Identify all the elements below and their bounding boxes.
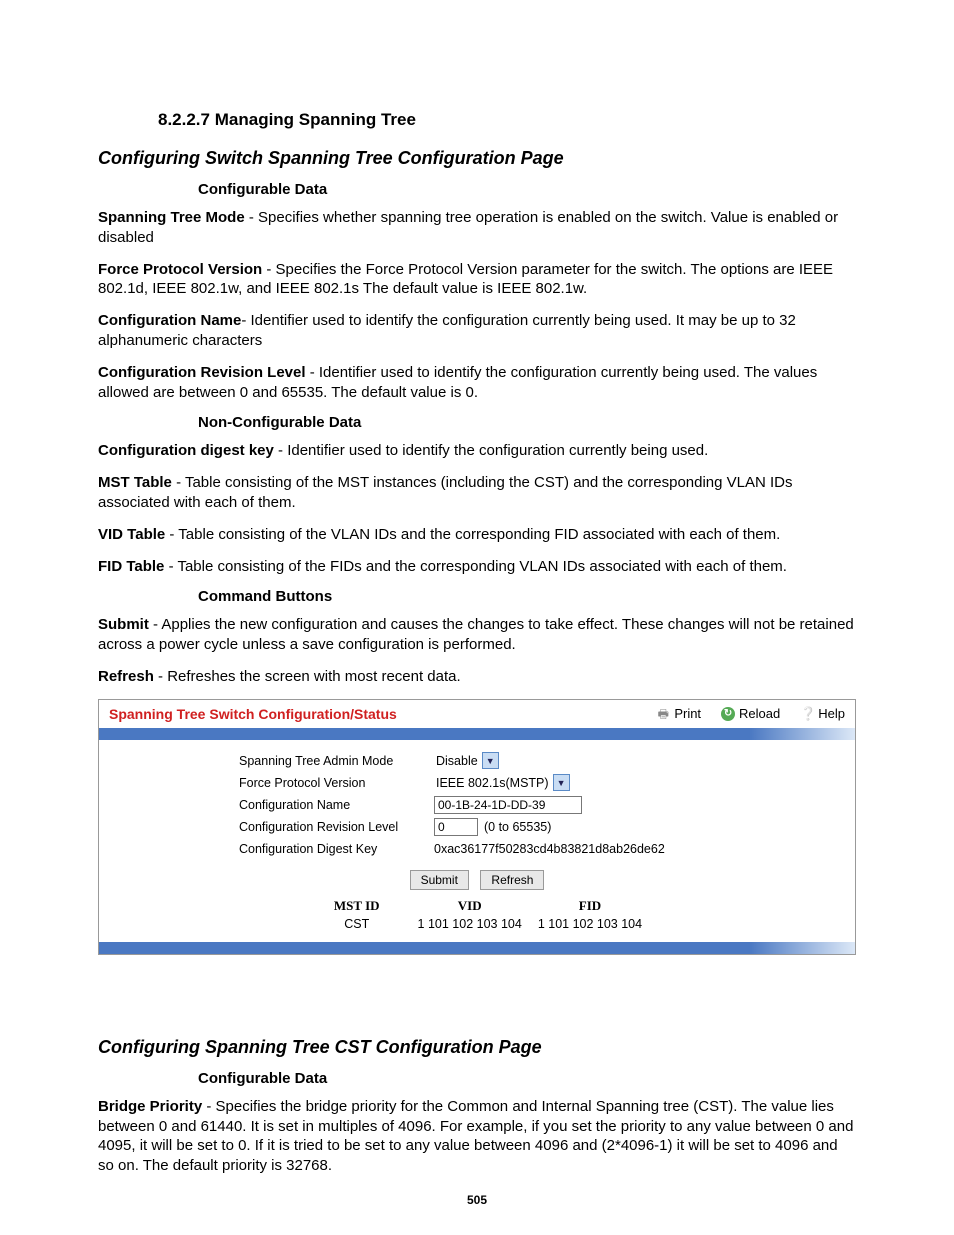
command-buttons-heading: Command Buttons: [198, 588, 856, 605]
th-fid: FID: [530, 896, 650, 916]
admin-mode-label: Spanning Tree Admin Mode: [99, 754, 434, 768]
nonconfigurable-data-heading: Non-Configurable Data: [198, 414, 856, 431]
th-mst-id: MST ID: [304, 896, 410, 916]
para-configuration-digest-key: Configuration digest key - Identifier us…: [98, 441, 856, 461]
help-icon: [800, 707, 814, 721]
help-label: Help: [818, 706, 845, 721]
digest-key-value: 0xac36177f50283cd4b83821d8ab26de62: [434, 842, 665, 856]
admin-mode-select[interactable]: Disable ▼: [434, 751, 501, 770]
config-panel: Spanning Tree Switch Configuration/Statu…: [98, 699, 856, 955]
para-mst-table: MST Table - Table consisting of the MST …: [98, 473, 856, 513]
td-mst-id: CST: [304, 916, 410, 932]
panel-title: Spanning Tree Switch Configuration/Statu…: [109, 706, 636, 722]
divider-bar: [99, 942, 855, 954]
revision-level-label: Configuration Revision Level: [99, 820, 434, 834]
help-button[interactable]: Help: [800, 706, 845, 721]
print-button[interactable]: Print: [656, 706, 701, 721]
para-spanning-tree-mode: Spanning Tree Mode - Specifies whether s…: [98, 208, 856, 248]
mst-table: MST ID VID FID CST 1 101 102 103 104 1 1…: [304, 896, 650, 932]
chevron-down-icon: ▼: [482, 752, 499, 769]
para-fid-table: FID Table - Table consisting of the FIDs…: [98, 557, 856, 577]
print-icon: [656, 707, 670, 721]
table-row: CST 1 101 102 103 104 1 101 102 103 104: [304, 916, 650, 932]
para-vid-table: VID Table - Table consisting of the VLAN…: [98, 525, 856, 545]
section-title: Managing Spanning Tree: [215, 110, 416, 129]
print-label: Print: [674, 706, 701, 721]
reload-button[interactable]: Reload: [721, 706, 780, 721]
divider-bar: [99, 728, 855, 740]
para-bridge-priority: Bridge Priority - Specifies the bridge p…: [98, 1097, 856, 1176]
configurable-data-heading-2: Configurable Data: [198, 1070, 856, 1087]
config-name-label: Configuration Name: [99, 798, 434, 812]
admin-mode-value: Disable: [436, 754, 478, 768]
force-protocol-value: IEEE 802.1s(MSTP): [436, 776, 549, 790]
para-configuration-name: Configuration Name- Identifier used to i…: [98, 311, 856, 351]
subsection-heading-2: Configuring Spanning Tree CST Configurat…: [98, 1037, 856, 1058]
td-vid: 1 101 102 103 104: [410, 916, 530, 932]
revision-level-hint: (0 to 65535): [484, 820, 551, 834]
section-number: 8.2.2.7: [158, 110, 210, 129]
panel-body: Spanning Tree Admin Mode Disable ▼ Force…: [99, 740, 855, 942]
submit-button[interactable]: Submit: [410, 870, 469, 890]
para-configuration-revision-level: Configuration Revision Level - Identifie…: [98, 363, 856, 403]
th-vid: VID: [410, 896, 530, 916]
revision-level-input[interactable]: [434, 818, 478, 836]
chevron-down-icon: ▼: [553, 774, 570, 791]
subsection-heading: Configuring Switch Spanning Tree Configu…: [98, 148, 856, 169]
configurable-data-heading: Configurable Data: [198, 181, 856, 198]
para-refresh: Refresh - Refreshes the screen with most…: [98, 667, 856, 687]
reload-icon: [721, 707, 735, 721]
reload-label: Reload: [739, 706, 780, 721]
refresh-button[interactable]: Refresh: [480, 870, 544, 890]
td-fid: 1 101 102 103 104: [530, 916, 650, 932]
config-name-input[interactable]: [434, 796, 582, 814]
digest-key-label: Configuration Digest Key: [99, 842, 434, 856]
para-submit: Submit - Applies the new configuration a…: [98, 615, 856, 655]
panel-header: Spanning Tree Switch Configuration/Statu…: [99, 700, 855, 728]
section-heading: 8.2.2.7 Managing Spanning Tree: [158, 110, 856, 130]
force-protocol-label: Force Protocol Version: [99, 776, 434, 790]
para-force-protocol-version: Force Protocol Version - Specifies the F…: [98, 260, 856, 300]
force-protocol-select[interactable]: IEEE 802.1s(MSTP) ▼: [434, 773, 572, 792]
page-number: 505: [0, 1193, 954, 1207]
